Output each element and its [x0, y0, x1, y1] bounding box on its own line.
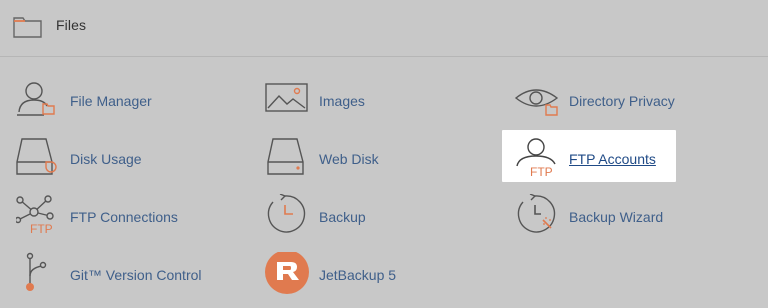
jetbackup-logo-icon: [265, 252, 309, 294]
backup-wizard-icon: [517, 194, 556, 233]
backup-wizard-link[interactable]: Backup Wizard: [515, 194, 745, 244]
disk-usage-label: Disk Usage: [70, 151, 142, 167]
ftp-accounts-label: FTP Accounts: [569, 151, 656, 167]
git-version-control-link[interactable]: Git™ Version Control: [16, 252, 246, 302]
ftp-connections-label: FTP Connections: [70, 209, 178, 225]
file-manager-label: File Manager: [70, 93, 152, 109]
web-disk-label: Web Disk: [319, 151, 379, 167]
ftp-connections-link[interactable]: FTP FTP Connections: [16, 194, 246, 244]
section-title: Files: [56, 17, 87, 33]
image-icon: [265, 83, 308, 112]
web-disk-link[interactable]: Web Disk: [265, 136, 495, 186]
folder-icon: [13, 17, 42, 38]
images-link[interactable]: Images: [265, 78, 495, 128]
images-label: Images: [319, 93, 365, 109]
disk-usage-link[interactable]: Disk Usage: [16, 136, 246, 186]
ftp-user-icon: FTP: [516, 138, 556, 179]
jetbackup-link[interactable]: JetBackup 5: [265, 252, 495, 302]
eye-folder-icon: [515, 89, 559, 116]
jetbackup-label: JetBackup 5: [319, 267, 397, 283]
backup-link[interactable]: Backup: [265, 194, 495, 244]
ftp-badge: FTP: [30, 222, 53, 236]
git-version-control-label: Git™ Version Control: [70, 267, 202, 283]
backup-clock-icon: [267, 194, 306, 233]
user-folder-icon: [17, 82, 55, 116]
ftp-network-icon: FTP: [16, 195, 54, 236]
ftp-accounts-highlight: FTP FTP Accounts: [502, 130, 676, 182]
ftp-badge: FTP: [530, 165, 553, 179]
drive-icon: [267, 138, 304, 175]
directory-privacy-label: Directory Privacy: [569, 93, 675, 109]
ftp-accounts-link[interactable]: FTP FTP Accounts: [515, 136, 745, 186]
disk-usage-icon: [16, 138, 57, 175]
directory-privacy-link[interactable]: Directory Privacy: [515, 78, 745, 128]
files-section-header: Files: [0, 0, 768, 57]
backup-wizard-label: Backup Wizard: [569, 209, 664, 225]
backup-label: Backup: [319, 209, 366, 225]
file-manager-link[interactable]: File Manager: [16, 78, 246, 128]
git-branch-icon: [26, 252, 47, 291]
